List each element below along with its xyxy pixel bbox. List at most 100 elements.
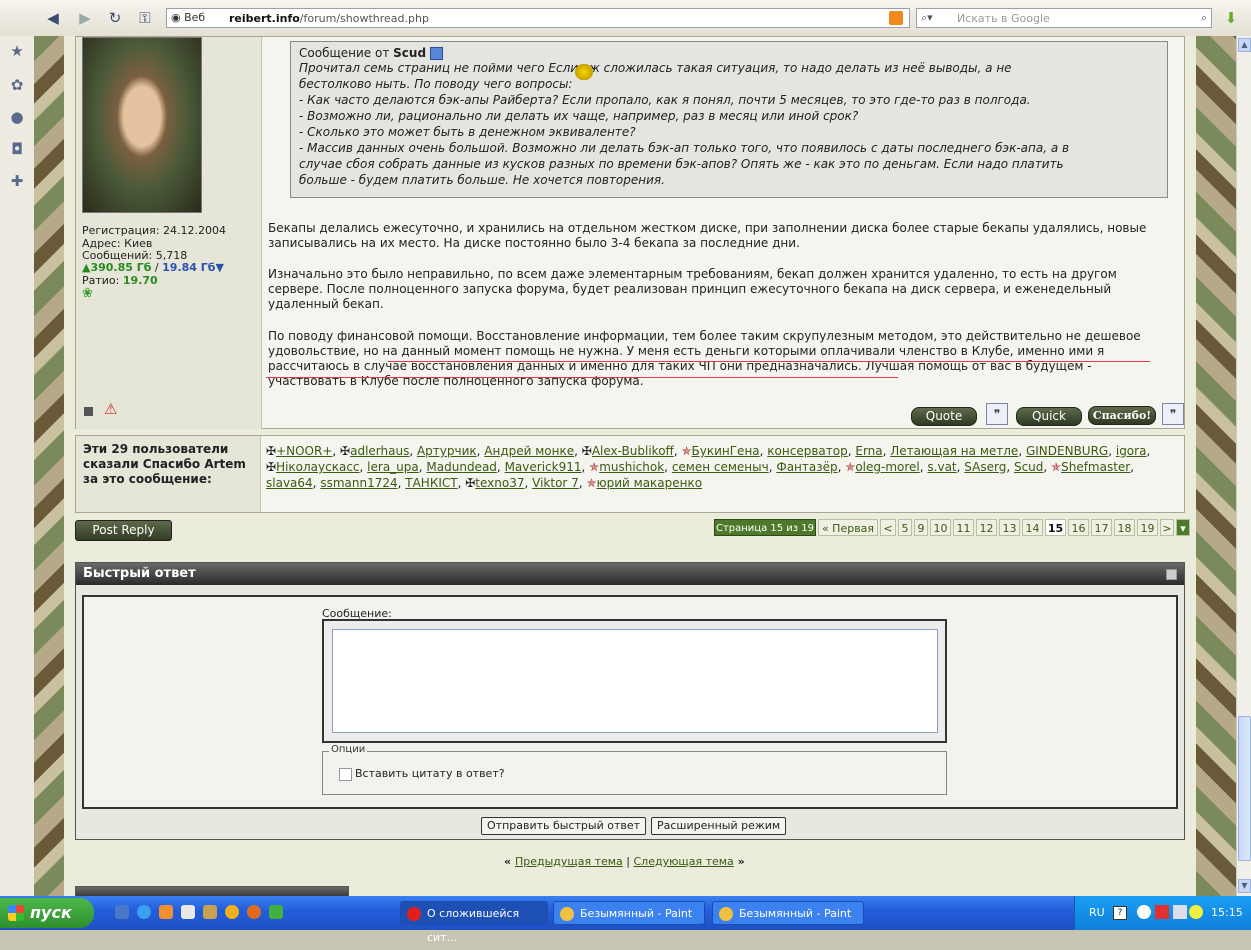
message-textarea[interactable] (332, 629, 938, 733)
quicklaunch-utorrent-icon[interactable] (269, 905, 283, 919)
page-link[interactable]: 16 (1068, 519, 1089, 536)
prev-page-link[interactable]: < (880, 519, 896, 536)
taskbar-task[interactable]: О сложившейся сит... (400, 901, 548, 944)
view-post-icon[interactable] (429, 47, 443, 60)
key-icon[interactable]: ⚿ (136, 9, 154, 27)
messenger-icon[interactable] (1189, 905, 1203, 919)
page-link[interactable]: 15 (1045, 519, 1066, 536)
start-button[interactable]: пуск (0, 898, 94, 928)
thanks-user-link[interactable]: семен семеныч (672, 460, 769, 474)
quote-button[interactable]: Quote (911, 407, 977, 426)
display-icon[interactable] (1173, 905, 1187, 919)
thanks-user-link[interactable]: +NOOR+ (276, 444, 332, 458)
page-link[interactable]: 9 (914, 519, 928, 536)
submit-quick-reply-button[interactable]: Отправить быстрый ответ (481, 817, 647, 835)
search-engine-icon[interactable]: ⌕▾ (921, 11, 933, 25)
network-icon[interactable] (1137, 905, 1151, 919)
download-panel-icon[interactable]: ◘ (8, 140, 26, 158)
download-icon[interactable]: ⬇ (1222, 9, 1240, 27)
quicklaunch-media-icon[interactable] (159, 905, 173, 919)
search-go-icon[interactable]: ⌕ (1201, 11, 1207, 25)
quicklaunch-tools-icon[interactable] (203, 905, 217, 919)
next-thread-link[interactable]: Следующая тема (634, 855, 734, 868)
thanks-user-link[interactable]: БукинГена (692, 444, 760, 458)
thanks-user-link[interactable]: Viktor 7 (532, 476, 579, 490)
history-icon[interactable]: ● (8, 108, 26, 126)
quicklaunch-ie-icon[interactable] (137, 905, 151, 919)
post-reply-button[interactable]: Post Reply (75, 520, 172, 541)
thanks-user-link[interactable]: Андрей монке (484, 444, 574, 458)
thanks-user-link[interactable]: lera_upa (367, 460, 419, 474)
multiquote-icon-2[interactable]: ❞ (1162, 403, 1184, 425)
page-jump-icon[interactable]: ▾ (1176, 519, 1190, 536)
thanks-user-link[interactable]: юрий макаренко (597, 476, 703, 490)
avatar[interactable] (82, 37, 202, 213)
add-icon[interactable]: ✚ (8, 172, 26, 190)
thanks-user-link[interactable]: GINDENBURG (1026, 444, 1108, 458)
back-icon[interactable]: ◀ (44, 9, 62, 27)
quicklaunch-app-icon[interactable] (225, 905, 239, 919)
page-link[interactable]: 10 (930, 519, 951, 536)
scrollbar-thumb[interactable] (1238, 716, 1251, 861)
quick-quote-button[interactable]: Quick (1016, 407, 1082, 426)
first-page-link[interactable]: « Первая (818, 519, 878, 536)
thanks-button[interactable]: Спасибо! (1088, 406, 1156, 425)
thanks-user-link[interactable]: SAserg (964, 460, 1006, 474)
forward-icon[interactable]: ▶ (76, 9, 94, 27)
multiquote-icon[interactable]: ❞ (986, 403, 1008, 425)
thanks-user-link[interactable]: Ніколаускасс (276, 460, 359, 474)
quicklaunch-save-icon[interactable] (181, 905, 195, 919)
antivirus-icon[interactable] (1155, 905, 1169, 919)
thanks-user-link[interactable]: Фантазёр (776, 460, 837, 474)
page-link[interactable]: 5 (898, 519, 912, 536)
language-indicator[interactable]: RU (1089, 906, 1105, 919)
thanks-user-link[interactable]: Maverick911 (505, 460, 582, 474)
gear-icon[interactable]: ✿ (8, 76, 26, 94)
collapse-icon[interactable] (1166, 569, 1177, 580)
thanks-user-link[interactable]: ssmann1724 (320, 476, 397, 490)
address-bar[interactable]: ◉ Веб reibert.info/forum/showthread.php (166, 8, 910, 28)
thanks-user-link[interactable]: mushichok (599, 460, 664, 474)
thanks-user-link[interactable]: Shefmaster (1061, 460, 1130, 474)
prev-thread-link[interactable]: Предыдущая тема (515, 855, 623, 868)
report-post-icon[interactable]: ⚠ (104, 400, 117, 418)
thanks-user-link[interactable]: ТАНКІСТ (405, 476, 457, 490)
thanks-user-link[interactable]: Erna (855, 444, 882, 458)
help-icon[interactable]: ? (1113, 906, 1127, 920)
page-link[interactable]: 17 (1091, 519, 1112, 536)
page-link[interactable]: 18 (1114, 519, 1135, 536)
quote-checkbox[interactable] (339, 768, 352, 781)
page-link[interactable]: 14 (1022, 519, 1043, 536)
thanks-user-link[interactable]: Scud (1014, 460, 1043, 474)
reload-icon[interactable]: ↻ (106, 9, 124, 27)
page-link[interactable]: 19 (1137, 519, 1158, 536)
quicklaunch-desktop-icon[interactable] (115, 905, 129, 919)
page-link[interactable]: 11 (953, 519, 974, 536)
taskbar-task[interactable]: Безымянный - Paint (553, 901, 705, 925)
page-link[interactable]: 13 (999, 519, 1020, 536)
thanks-user-link[interactable]: slava64 (266, 476, 313, 490)
thanks-user-link[interactable]: Артурчик (417, 444, 477, 458)
search-input[interactable]: ⌕▾ Искать в Google ⌕ (916, 8, 1212, 28)
thanks-user-link[interactable]: Летающая на метле (890, 444, 1018, 458)
advanced-mode-button[interactable]: Расширенный режим (651, 817, 787, 835)
page-of-label[interactable]: Страница 15 из 19 (714, 519, 816, 536)
thanks-user-link[interactable]: s.vat (927, 460, 956, 474)
thanks-user-link[interactable]: Alex-Bublikoff (592, 444, 674, 458)
scroll-up-icon[interactable]: ▲ (1238, 38, 1251, 52)
quicklaunch-firefox-icon[interactable] (247, 905, 261, 919)
page-link[interactable]: 12 (976, 519, 997, 536)
bookmarks-star-icon[interactable]: ★ (8, 42, 26, 60)
thanks-user-link[interactable]: консерватор (767, 444, 847, 458)
next-page-link[interactable]: > (1160, 519, 1174, 536)
scrollbar[interactable]: ▲ ▼ (1236, 36, 1251, 896)
clock[interactable]: 15:15 (1211, 906, 1243, 919)
taskbar-task[interactable]: Безымянный - Paint (712, 901, 864, 925)
rss-icon[interactable] (889, 11, 903, 25)
thanks-user-link[interactable]: oleg-morel (855, 460, 919, 474)
thanks-user-link[interactable]: Madundead (426, 460, 497, 474)
thanks-user-link[interactable]: adlerhaus (350, 444, 409, 458)
thanks-user-link[interactable]: texno37 (475, 476, 524, 490)
thanks-user-link[interactable]: igora (1116, 444, 1147, 458)
scroll-down-icon[interactable]: ▼ (1238, 879, 1251, 893)
